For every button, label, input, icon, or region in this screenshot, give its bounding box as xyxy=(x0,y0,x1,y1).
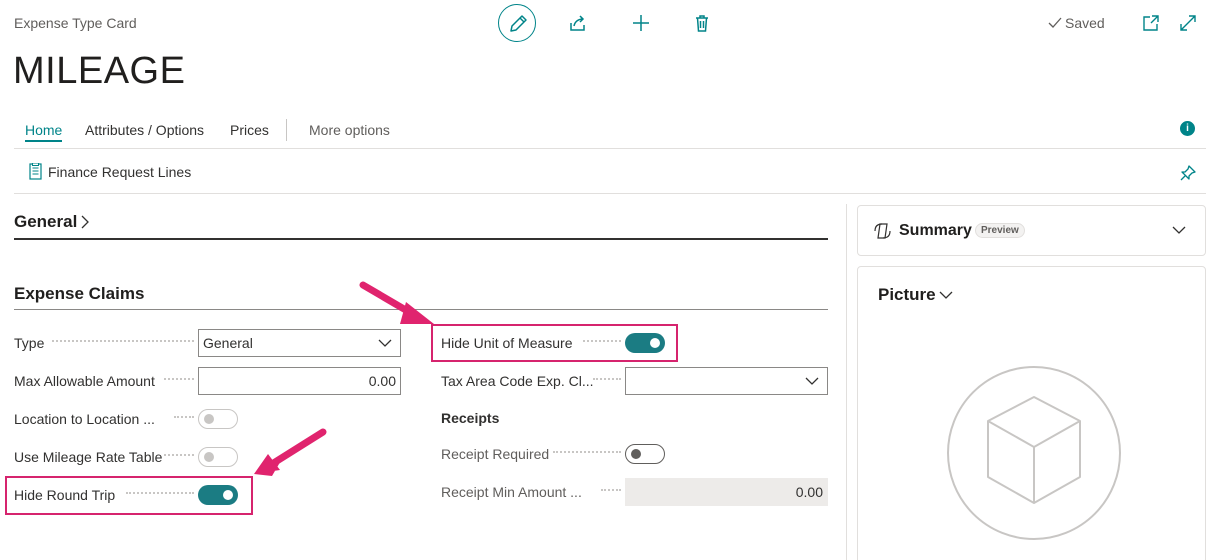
picture-title: Picture xyxy=(878,285,936,304)
chevron-right-icon xyxy=(81,215,90,229)
location-to-location-toggle[interactable] xyxy=(198,409,238,429)
open-in-new-icon xyxy=(1143,15,1159,31)
tab-attributes-options[interactable]: Attributes / Options xyxy=(85,122,204,138)
trash-icon xyxy=(696,15,708,32)
type-value: General xyxy=(203,335,253,351)
chevron-down-icon xyxy=(1172,226,1186,234)
max-allowable-amount-dots xyxy=(164,378,194,380)
actions-divider xyxy=(14,193,1206,194)
general-section-header[interactable]: General xyxy=(14,212,91,232)
receipt-min-amount-value: 0.00 xyxy=(795,484,823,500)
receipt-required-label: Receipt Required xyxy=(441,446,550,462)
hide-round-trip-highlight xyxy=(5,476,253,515)
expense-claims-section-title: Expense Claims xyxy=(14,284,145,303)
receipts-group-title: Receipts xyxy=(441,410,500,426)
finance-request-lines-action[interactable]: Finance Request Lines xyxy=(29,163,191,180)
summary-title: Summary xyxy=(899,222,972,239)
type-dots xyxy=(52,340,194,342)
max-allowable-amount-input[interactable]: 0.00 xyxy=(198,367,401,395)
tab-divider xyxy=(286,119,287,141)
annotation-arrow-upper xyxy=(359,281,434,324)
location-to-location-dots xyxy=(174,416,194,418)
max-allowable-amount-value: 0.00 xyxy=(368,373,396,389)
tab-prices[interactable]: Prices xyxy=(230,122,269,138)
picture-placeholder-icon[interactable] xyxy=(946,365,1122,541)
use-mileage-rate-table-toggle[interactable] xyxy=(198,447,238,467)
summary-card[interactable]: Summary Preview xyxy=(857,205,1206,256)
saved-status: Saved xyxy=(1048,15,1105,31)
tax-area-code-row: Tax Area Code Exp. Cl... xyxy=(441,367,828,395)
general-section-title: General xyxy=(14,212,78,231)
document-lines-icon xyxy=(29,163,42,180)
receipt-required-dots xyxy=(553,451,621,453)
delete-button[interactable] xyxy=(690,11,714,35)
info-icon: i xyxy=(1186,123,1189,134)
new-button[interactable] xyxy=(629,11,653,35)
share-button[interactable] xyxy=(566,11,590,35)
preview-badge: Preview xyxy=(975,223,1025,238)
receipt-min-amount-row: Receipt Min Amount ... 0.00 xyxy=(441,478,828,506)
tax-area-code-dots xyxy=(593,378,621,380)
picture-card: Picture xyxy=(857,266,1206,560)
receipt-min-amount-input: 0.00 xyxy=(625,478,828,506)
general-section-rule xyxy=(14,238,828,240)
max-allowable-amount-row: Max Allowable Amount 0.00 xyxy=(14,367,401,395)
toggle-knob xyxy=(204,414,214,424)
type-select[interactable]: General xyxy=(198,329,401,357)
toggle-knob xyxy=(631,449,641,459)
type-row: Type General xyxy=(14,329,401,357)
edit-button[interactable] xyxy=(498,4,536,42)
chevron-down-icon xyxy=(939,291,953,299)
annotation-arrow-lower xyxy=(254,428,327,476)
expand-button[interactable] xyxy=(1178,13,1198,33)
receipt-required-row: Receipt Required xyxy=(441,440,828,468)
checkmark-icon xyxy=(1048,17,1062,28)
pin-actions-button[interactable] xyxy=(1178,163,1198,183)
chevron-down-icon xyxy=(805,377,819,385)
open-new-window-button[interactable] xyxy=(1141,13,1161,33)
use-mileage-rate-table-label: Use Mileage Rate Table xyxy=(14,449,163,465)
factbox-divider xyxy=(846,204,847,560)
finance-request-lines-label: Finance Request Lines xyxy=(48,163,192,180)
plus-icon xyxy=(633,15,649,31)
saved-label: Saved xyxy=(1065,15,1105,31)
receipt-min-amount-dots xyxy=(601,489,621,491)
pin-icon xyxy=(1180,165,1196,181)
breadcrumb: Expense Type Card xyxy=(14,15,137,31)
tax-area-code-select[interactable] xyxy=(625,367,828,395)
page-title: MILEAGE xyxy=(13,50,186,92)
use-mileage-rate-table-dots xyxy=(164,454,194,456)
receipt-required-toggle[interactable] xyxy=(625,444,665,464)
info-button[interactable]: i xyxy=(1180,121,1195,136)
pencil-icon xyxy=(510,15,527,32)
picture-header[interactable]: Picture xyxy=(878,285,953,305)
location-to-location-label: Location to Location ... xyxy=(14,411,155,427)
location-to-location-row: Location to Location ... xyxy=(14,405,401,433)
tax-area-code-label: Tax Area Code Exp. Cl... xyxy=(441,373,594,389)
chevron-down-icon xyxy=(378,339,392,347)
expand-icon xyxy=(1180,15,1196,31)
max-allowable-amount-label: Max Allowable Amount xyxy=(14,373,155,389)
receipt-min-amount-label: Receipt Min Amount ... xyxy=(441,484,582,500)
tab-home[interactable]: Home xyxy=(25,122,63,142)
tabs-divider xyxy=(14,148,1206,149)
type-label: Type xyxy=(14,335,45,351)
hide-unit-of-measure-highlight xyxy=(431,324,678,362)
share-icon xyxy=(570,15,585,31)
use-mileage-rate-table-row: Use Mileage Rate Table xyxy=(14,443,401,471)
copilot-summary-icon xyxy=(874,223,891,239)
toggle-knob xyxy=(204,452,214,462)
tab-more-options[interactable]: More options xyxy=(309,122,390,138)
